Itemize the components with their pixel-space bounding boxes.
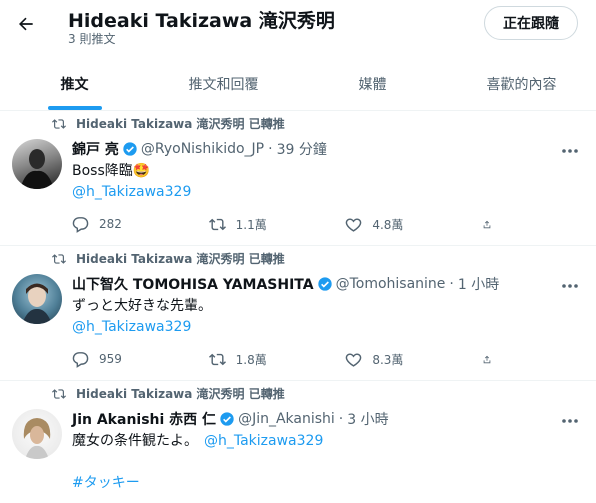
retweet-icon [52,118,66,129]
author-name[interactable]: 錦戸 亮 [72,139,119,159]
avatar-photo [23,418,51,459]
active-tab-indicator [47,106,102,110]
arrow-left-icon [19,17,33,31]
tweet-card[interactable]: Hideaki Takizawa 滝沢秀明 已轉推 錦戸 亮 @RyoNishi… [0,111,596,246]
tweet-text-line: Boss降臨🤩 [72,163,151,179]
avatar-photo [22,283,52,324]
retweet-icon [208,218,226,230]
tab-tweets-and-replies[interactable]: 推文和回覆 [149,58,298,110]
like-count: 4.8萬 [372,217,404,232]
back-button[interactable] [10,8,42,40]
author-handle[interactable]: @RyoNishikido_JP [141,141,264,157]
author-handle[interactable]: @Tomohisanine [336,276,446,292]
author-name[interactable]: Jin Akanishi 赤西 仁 [72,409,216,429]
separator-dot: · [338,411,344,427]
tab-label: 媒體 [358,77,387,93]
more-dots-icon [562,419,578,423]
tab-label: 推文和回覆 [188,77,259,93]
share-icon [483,355,491,363]
tweet-actions: 959 1.8萬 8.3萬 [72,349,502,369]
mention-link[interactable]: @h_Takizawa329 [204,433,323,449]
retweet-icon [52,388,66,399]
tweet-body: 山下智久 TOMOHISA YAMASHITA @Tomohisanine · … [72,274,580,338]
retweet-indicator: Hideaki Takizawa 滝沢秀明 已轉推 [52,385,285,402]
reply-button[interactable]: 959 [72,351,172,368]
following-button[interactable]: 正在跟隨 [484,6,578,40]
mention-link[interactable]: @h_Takizawa329 [72,182,580,203]
share-button[interactable] [482,216,502,233]
tweet-text: ずっと大好きな先輩。 @h_Takizawa329 [72,296,580,338]
share-button[interactable] [482,351,502,368]
tab-tweets[interactable]: 推文 [0,58,149,110]
profile-name: Hideaki Takizawa 滝沢秀明 [68,10,335,32]
avatar[interactable] [12,409,62,459]
verified-badge-icon [317,276,333,292]
heart-icon [346,352,362,367]
tweet-time[interactable]: 39 分鐘 [277,139,327,159]
separator-dot: · [449,276,454,292]
profile-header: Hideaki Takizawa 滝沢秀明 3 則推文 正在跟隨 [0,0,596,58]
author-handle[interactable]: @Jin_Akanishi [238,411,335,427]
tab-label: 喜歡的內容 [486,77,557,93]
tweet-body: 錦戸 亮 @RyoNishikido_JP · 39 分鐘 Boss降臨🤩 @h… [72,139,580,203]
retweet-label: Hideaki Takizawa 滝沢秀明 已轉推 [76,387,285,401]
retweet-icon [208,353,226,365]
tweet-text: 魔女の条件観たよ。 @h_Takizawa329 #タッキー [72,431,580,494]
tweet-text-line: 魔女の条件観たよ。 @h_Takizawa329 [72,431,580,452]
retweet-label: Hideaki Takizawa 滝沢秀明 已轉推 [76,252,285,266]
profile-tabs: 推文 推文和回覆 媒體 喜歡的內容 [0,58,596,111]
retweet-icon [52,253,66,264]
like-button[interactable]: 4.8萬 [345,216,445,233]
tweet-card[interactable]: Hideaki Takizawa 滝沢秀明 已轉推 Jin Akanishi 赤… [0,381,596,503]
more-options-button[interactable] [558,276,582,296]
retweet-count: 1.8萬 [235,352,267,367]
reply-button[interactable]: 282 [72,216,172,233]
mention-link[interactable]: @h_Takizawa329 [72,317,580,338]
like-count: 8.3萬 [372,352,404,367]
retweet-indicator: Hideaki Takizawa 滝沢秀明 已轉推 [52,115,285,132]
verified-badge-icon [219,411,235,427]
tweet-text-line: ずっと大好きな先輩。 [72,298,212,314]
separator-dot: · [268,141,273,157]
retweet-button[interactable]: 1.1萬 [208,216,309,233]
more-options-button[interactable] [558,411,582,431]
tweet-time[interactable]: 1 小時 [458,274,499,294]
tweet-text-content: 魔女の条件観たよ。 [72,433,198,449]
reply-count: 282 [99,217,122,231]
tweet-body: Jin Akanishi 赤西 仁 @Jin_Akanishi · 3 小時 魔… [72,409,580,494]
tab-label: 推文 [60,77,89,93]
avatar[interactable] [12,274,62,324]
retweet-label: Hideaki Takizawa 滝沢秀明 已轉推 [76,117,285,131]
tab-media[interactable]: 媒體 [298,58,447,110]
retweet-button[interactable]: 1.8萬 [208,351,309,368]
avatar[interactable] [12,139,62,189]
share-icon [483,220,491,228]
retweet-indicator: Hideaki Takizawa 滝沢秀明 已轉推 [52,250,285,267]
hashtag-link[interactable]: #タッキー [72,473,580,494]
reply-icon [72,216,89,233]
tweet-text: Boss降臨🤩 @h_Takizawa329 [72,161,580,203]
tweet-count: 3 則推文 [68,32,116,46]
tweet-card[interactable]: Hideaki Takizawa 滝沢秀明 已轉推 山下智久 TOMOHISA … [0,246,596,381]
reply-icon [72,351,89,368]
more-options-button[interactable] [558,141,582,161]
more-dots-icon [562,284,578,288]
avatar-photo [20,149,54,189]
tweet-actions: 282 1.1萬 4.8萬 [72,214,502,234]
tweet-time[interactable]: 3 小時 [347,409,388,429]
retweet-count: 1.1萬 [235,217,267,232]
tweet-author-line: 錦戸 亮 @RyoNishikido_JP · 39 分鐘 [72,139,580,159]
like-button[interactable]: 8.3萬 [345,351,445,368]
tab-likes[interactable]: 喜歡的內容 [447,58,596,110]
tweet-author-line: Jin Akanishi 赤西 仁 @Jin_Akanishi · 3 小時 [72,409,580,429]
reply-count: 959 [99,352,122,366]
tweet-author-line: 山下智久 TOMOHISA YAMASHITA @Tomohisanine · … [72,274,580,294]
author-name[interactable]: 山下智久 TOMOHISA YAMASHITA [72,274,314,294]
more-dots-icon [562,149,578,153]
heart-icon [346,217,362,232]
verified-badge-icon [122,141,138,157]
